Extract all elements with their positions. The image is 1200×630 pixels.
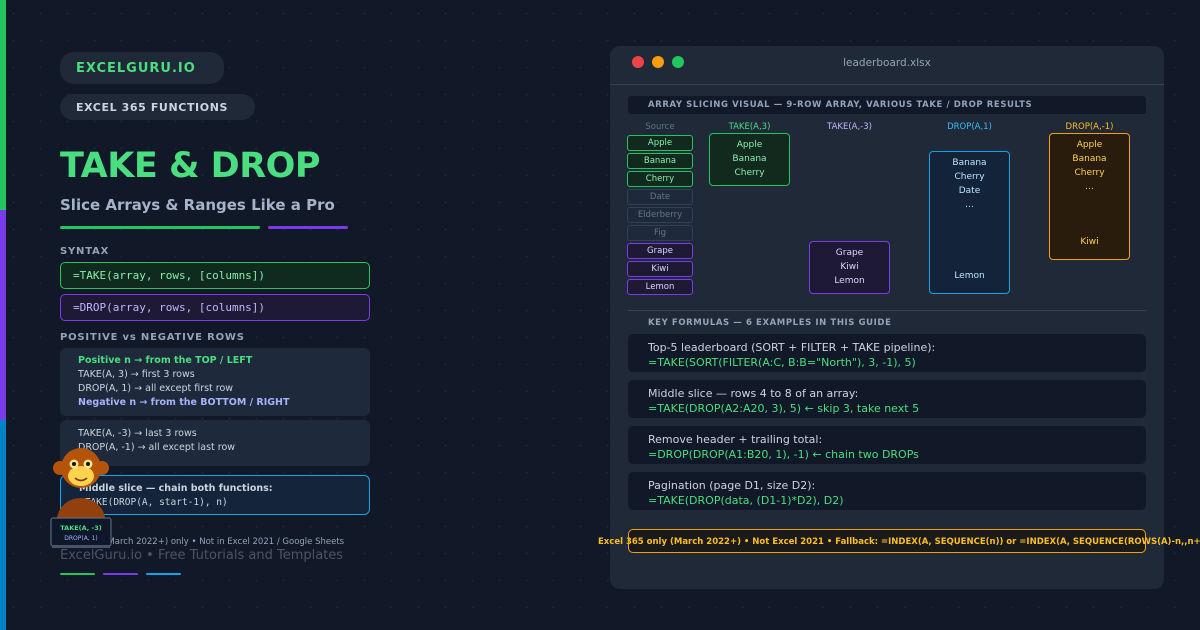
negative-example-take: TAKE(A, -3) → last 3 rows bbox=[78, 428, 197, 439]
result-item: Kiwi bbox=[840, 262, 859, 272]
title-underline-purple bbox=[268, 226, 348, 229]
example-card: Middle slice — rows 4 to 8 of an array: … bbox=[628, 380, 1146, 418]
source-cell: Kiwi bbox=[627, 261, 693, 277]
take-negative-header: TAKE(A,-3) bbox=[827, 122, 872, 132]
chain-heading: Middle slice — chain both functions: bbox=[79, 483, 273, 494]
example-description: Middle slice — rows 4 to 8 of an array: bbox=[648, 387, 859, 400]
source-cell: Lemon bbox=[627, 279, 693, 295]
syntax-label: SYNTAX bbox=[60, 246, 110, 257]
drop-negative-header: DROP(A,-1) bbox=[1065, 122, 1114, 132]
accent-bar-green bbox=[0, 0, 6, 210]
visual-header: ARRAY SLICING VISUAL — 9-ROW ARRAY, VARI… bbox=[628, 96, 1146, 114]
example-description: Pagination (page D1, size D2): bbox=[648, 479, 816, 492]
result-item: Banana bbox=[1072, 154, 1107, 164]
example-formula: =DROP(DROP(A1:B20, 1), -1) ← chain two D… bbox=[648, 448, 919, 461]
take-positive-result: Apple Banana Cherry bbox=[709, 133, 790, 186]
footer-underline-blue bbox=[146, 573, 181, 575]
page-title: TAKE & DROP bbox=[60, 146, 321, 186]
result-item: Cherry bbox=[954, 172, 985, 182]
result-item: Lemon bbox=[954, 271, 985, 281]
take-syntax: =TAKE(array, rows, [columns]) bbox=[60, 262, 370, 289]
section-divider bbox=[628, 310, 1146, 311]
footer-site: ExcelGuru.io • Free Tutorials and Templa… bbox=[60, 548, 344, 563]
result-ellipsis: … bbox=[965, 200, 974, 210]
category-badge: EXCEL 365 FUNCTIONS bbox=[60, 94, 255, 120]
positive-rule-box: Positive n → from the TOP / LEFT TAKE(A,… bbox=[60, 348, 370, 416]
source-column-header: Source bbox=[645, 122, 675, 132]
example-description: Remove header + trailing total: bbox=[648, 433, 823, 446]
result-item: Kiwi bbox=[1080, 237, 1099, 247]
drop-positive-result: Banana Cherry Date … Lemon bbox=[929, 151, 1010, 294]
take-negative-result: Grape Kiwi Lemon bbox=[809, 241, 890, 294]
source-cell: Elderberry bbox=[627, 207, 693, 223]
negative-heading: Negative n → from the BOTTOM / RIGHT bbox=[78, 397, 290, 408]
example-card: Remove header + trailing total: =DROP(DR… bbox=[628, 426, 1146, 464]
accent-bar-purple bbox=[0, 210, 6, 420]
compatibility-warning-text: Excel 365 only (March 2022+) • Not Excel… bbox=[598, 537, 1200, 547]
accent-bar-blue bbox=[0, 420, 6, 630]
result-item: Apple bbox=[1076, 140, 1103, 150]
page-subtitle: Slice Arrays & Ranges Like a Pro bbox=[60, 196, 335, 214]
result-item: Date bbox=[958, 186, 981, 196]
drop-negative-result: Apple Banana Cherry … Kiwi bbox=[1049, 133, 1130, 260]
footer-underline-green bbox=[60, 573, 95, 575]
positive-example-drop: DROP(A, 1) → all except first row bbox=[78, 383, 234, 394]
title-underline-green bbox=[60, 226, 260, 229]
result-item: Banana bbox=[732, 154, 767, 164]
example-formula: =TAKE(SORT(FILTER(A:C, B:B="North"), 3, … bbox=[648, 356, 916, 369]
result-item: Cherry bbox=[1074, 168, 1105, 178]
formulas-header: KEY FORMULAS — 6 EXAMPLES IN THIS GUIDE bbox=[648, 318, 892, 328]
result-ellipsis: … bbox=[1085, 182, 1094, 192]
result-item: Cherry bbox=[734, 168, 765, 178]
result-item: Lemon bbox=[834, 276, 865, 286]
example-formula: =TAKE(DROP(data, (D1-1)*D2), D2) bbox=[648, 494, 844, 507]
drop-syntax: =DROP(array, rows, [columns]) bbox=[60, 294, 370, 321]
source-cell: Date bbox=[627, 189, 693, 205]
source-cell: Banana bbox=[627, 153, 693, 169]
source-cell: Grape bbox=[627, 243, 693, 259]
drop-positive-header: DROP(A,1) bbox=[947, 122, 992, 132]
negative-example-drop: DROP(A, -1) → all except last row bbox=[78, 442, 236, 453]
example-description: Top-5 leaderboard (SORT + FILTER + TAKE … bbox=[648, 341, 936, 354]
mascot-screen-line1: TAKE(A, -3) bbox=[60, 524, 102, 532]
result-item: Grape bbox=[835, 248, 864, 258]
result-item: Banana bbox=[952, 158, 987, 168]
footer-underline-purple bbox=[103, 573, 138, 575]
mascot-screen-line2: DROP(A, 1) bbox=[64, 535, 98, 542]
result-item: Apple bbox=[736, 140, 763, 150]
example-card: Pagination (page D1, size D2): =TAKE(DRO… bbox=[628, 472, 1146, 510]
rows-label: POSITIVE vs NEGATIVE ROWS bbox=[60, 332, 245, 343]
chain-formula: =TAKE(DROP(A, start-1), n) bbox=[79, 497, 228, 508]
source-cell: Cherry bbox=[627, 171, 693, 187]
title-bar-divider bbox=[610, 84, 1164, 85]
monkey-mascot: TAKE(A, -3) DROP(A, 1) bbox=[50, 448, 112, 548]
window-title: leaderboard.xlsx bbox=[843, 57, 931, 69]
source-cell: Apple bbox=[627, 135, 693, 151]
source-cell: Fig bbox=[627, 225, 693, 241]
brand-badge: EXCELGURU.IO bbox=[60, 52, 224, 84]
positive-heading: Positive n → from the TOP / LEFT bbox=[78, 355, 253, 366]
example-card: Top-5 leaderboard (SORT + FILTER + TAKE … bbox=[628, 334, 1146, 372]
example-formula: =TAKE(DROP(A2:A20, 3), 5) ← skip 3, take… bbox=[648, 402, 920, 415]
positive-example-take: TAKE(A, 3) → first 3 rows bbox=[78, 369, 195, 380]
take-positive-header: TAKE(A,3) bbox=[728, 122, 771, 132]
